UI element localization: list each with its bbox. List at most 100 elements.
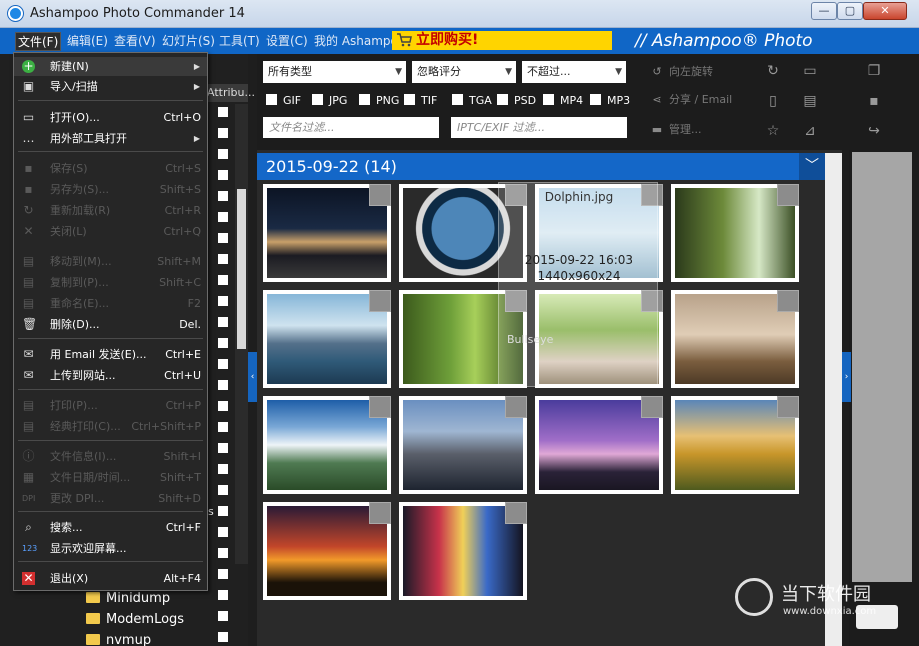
folder-checkbox[interactable] [218, 506, 228, 516]
file-menu-item[interactable]: ⌕ 搜索... Ctrl+F [14, 518, 207, 537]
document-icon[interactable]: ▯ [764, 92, 782, 110]
folder-checkbox[interactable] [218, 443, 228, 453]
file-menu-item[interactable]: ✉ 用 Email 发送(E)... Ctrl+E [14, 345, 207, 364]
menu-view[interactable]: 查看(V) [112, 32, 158, 51]
folder-checkbox[interactable] [218, 359, 228, 369]
select-checkbox[interactable] [777, 396, 799, 418]
buy-now-button[interactable]: 立即购买! [392, 31, 612, 50]
photo-thumbnail[interactable] [263, 502, 391, 600]
folder-checkbox[interactable] [218, 170, 228, 180]
type-filter-select[interactable]: 所有类型 ▼ [263, 61, 406, 83]
file-menu-item[interactable]: 123 显示欢迎屏幕... [14, 539, 207, 558]
rating-filter-select[interactable]: 忽略评分 ▼ [412, 61, 516, 83]
date-group-header[interactable]: 2015-09-22 (14) ﹀ [257, 153, 825, 180]
folder-checkbox[interactable] [218, 611, 228, 621]
folder-checkbox[interactable] [218, 464, 228, 474]
gallery-scrollbar[interactable] [825, 153, 842, 646]
folder-checkbox[interactable] [218, 422, 228, 432]
folder-checkbox[interactable] [218, 338, 228, 348]
photo-thumbnail[interactable] [535, 396, 663, 494]
folder-checkbox[interactable] [218, 380, 228, 390]
folder-checkbox[interactable] [218, 275, 228, 285]
folder-checkbox[interactable] [218, 191, 228, 201]
export-icon[interactable]: ↪ [865, 122, 883, 140]
minimize-button[interactable]: — [811, 2, 837, 20]
save-icon[interactable]: ▪ [865, 92, 883, 110]
folder-checkbox[interactable] [218, 107, 228, 117]
menu-file[interactable]: 文件(F) [15, 32, 62, 51]
folder-checkbox[interactable] [218, 632, 228, 642]
folder-checkbox[interactable] [218, 212, 228, 222]
exif-filter-input[interactable]: IPTC/EXIF 过滤... [451, 117, 627, 138]
manage-button[interactable]: ▬ 管理... [649, 122, 702, 138]
folder-checkbox[interactable] [218, 590, 228, 600]
folder-checkbox[interactable] [218, 254, 228, 264]
filter-tga-checkbox[interactable]: TGA [452, 94, 492, 108]
share-email-button[interactable]: ⋖ 分享 / Email [649, 92, 732, 108]
folder-checkbox[interactable] [218, 485, 228, 495]
folder-checkbox[interactable] [218, 569, 228, 579]
filter-mp3-checkbox[interactable]: MP3 [590, 94, 630, 108]
file-menu-item[interactable]: ✉ 上传到网站... Ctrl+U [14, 366, 207, 385]
photo-thumbnail[interactable] [399, 396, 527, 494]
left-panel-toggle[interactable]: ‹ [248, 352, 257, 402]
filter-png-checkbox[interactable]: PNG [359, 94, 399, 108]
photo-thumbnail[interactable] [263, 184, 391, 282]
folder-checkbox[interactable] [218, 296, 228, 306]
menu-tools[interactable]: 工具(T) [217, 32, 262, 51]
filter-mp4-checkbox[interactable]: MP4 [543, 94, 583, 108]
folder-checkbox[interactable] [218, 401, 228, 411]
folder-item-nvmup[interactable]: nvmup [86, 631, 151, 646]
filter-tif-checkbox[interactable]: TIF [404, 94, 437, 108]
folder-checkbox[interactable] [218, 149, 228, 159]
photo-thumbnail[interactable] [263, 396, 391, 494]
copy-pages-icon[interactable]: ❐ [865, 62, 883, 80]
rotate-right-icon[interactable]: ↻ [764, 62, 782, 80]
folder-scroll-thumb[interactable] [237, 189, 246, 349]
select-checkbox[interactable] [369, 396, 391, 418]
size-filter-select[interactable]: 不超过... ▼ [522, 61, 626, 83]
photo-thumbnail[interactable] [671, 184, 799, 282]
rotate-left-button[interactable]: ↺ 向左旋转 [649, 64, 713, 80]
folder-checkbox[interactable] [218, 527, 228, 537]
monitor-icon[interactable]: ▭ [801, 62, 819, 80]
menu-edit[interactable]: 编辑(E) [65, 32, 110, 51]
filter-jpg-checkbox[interactable]: JPG [312, 94, 347, 108]
select-checkbox[interactable] [369, 290, 391, 312]
folder-item-modemlogs[interactable]: ModemLogs [86, 610, 184, 630]
file-menu-item[interactable]: ✕ 退出(X) Alt+F4 [14, 569, 207, 588]
folder-checkbox[interactable] [218, 317, 228, 327]
filter-gif-checkbox[interactable]: GIF [266, 94, 301, 108]
folder-item-minidump[interactable]: Minidump [86, 589, 170, 609]
select-checkbox[interactable] [505, 502, 527, 524]
right-panel-toggle[interactable]: › [842, 352, 851, 402]
select-checkbox[interactable] [777, 184, 799, 206]
maximize-button[interactable]: ▢ [837, 2, 863, 20]
photo-thumbnail[interactable] [671, 290, 799, 388]
select-checkbox[interactable] [505, 396, 527, 418]
printer-icon[interactable]: ▤ [801, 92, 819, 110]
photo-thumbnail[interactable] [263, 290, 391, 388]
folder-checkbox[interactable] [218, 128, 228, 138]
photo-thumbnail[interactable] [399, 502, 527, 600]
filename-filter-input[interactable]: 文件名过滤... [263, 117, 439, 138]
filter-psd-checkbox[interactable]: PSD [497, 94, 536, 108]
select-checkbox[interactable] [369, 502, 391, 524]
file-menu-item[interactable]: ▣ 导入/扫描 ▶ [14, 77, 207, 96]
file-menu-item[interactable]: ▭ 打开(O)... Ctrl+O [14, 108, 207, 127]
select-checkbox[interactable] [369, 184, 391, 206]
file-menu-item[interactable]: … 用外部工具打开 ▶ [14, 129, 207, 148]
close-window-button[interactable]: ✕ [863, 2, 907, 20]
folder-column-header[interactable]: Attribu... [205, 84, 255, 102]
folder-checkbox[interactable] [218, 233, 228, 243]
folder-checkbox[interactable] [218, 548, 228, 558]
folder-scrollbar[interactable] [235, 104, 248, 564]
file-menu-item[interactable]: 🗑 删除(D)... Del. [14, 315, 207, 334]
menu-slideshow[interactable]: 幻灯片(S) [160, 32, 217, 51]
crop-icon[interactable]: ⊿ [801, 122, 819, 140]
photo-thumbnail[interactable] [671, 396, 799, 494]
menu-settings[interactable]: 设置(C) [264, 32, 310, 51]
chevron-down-icon[interactable]: ﹀ [799, 153, 825, 180]
select-checkbox[interactable] [641, 396, 663, 418]
file-menu-item[interactable]: + 新建(N) ▶ [14, 57, 207, 76]
